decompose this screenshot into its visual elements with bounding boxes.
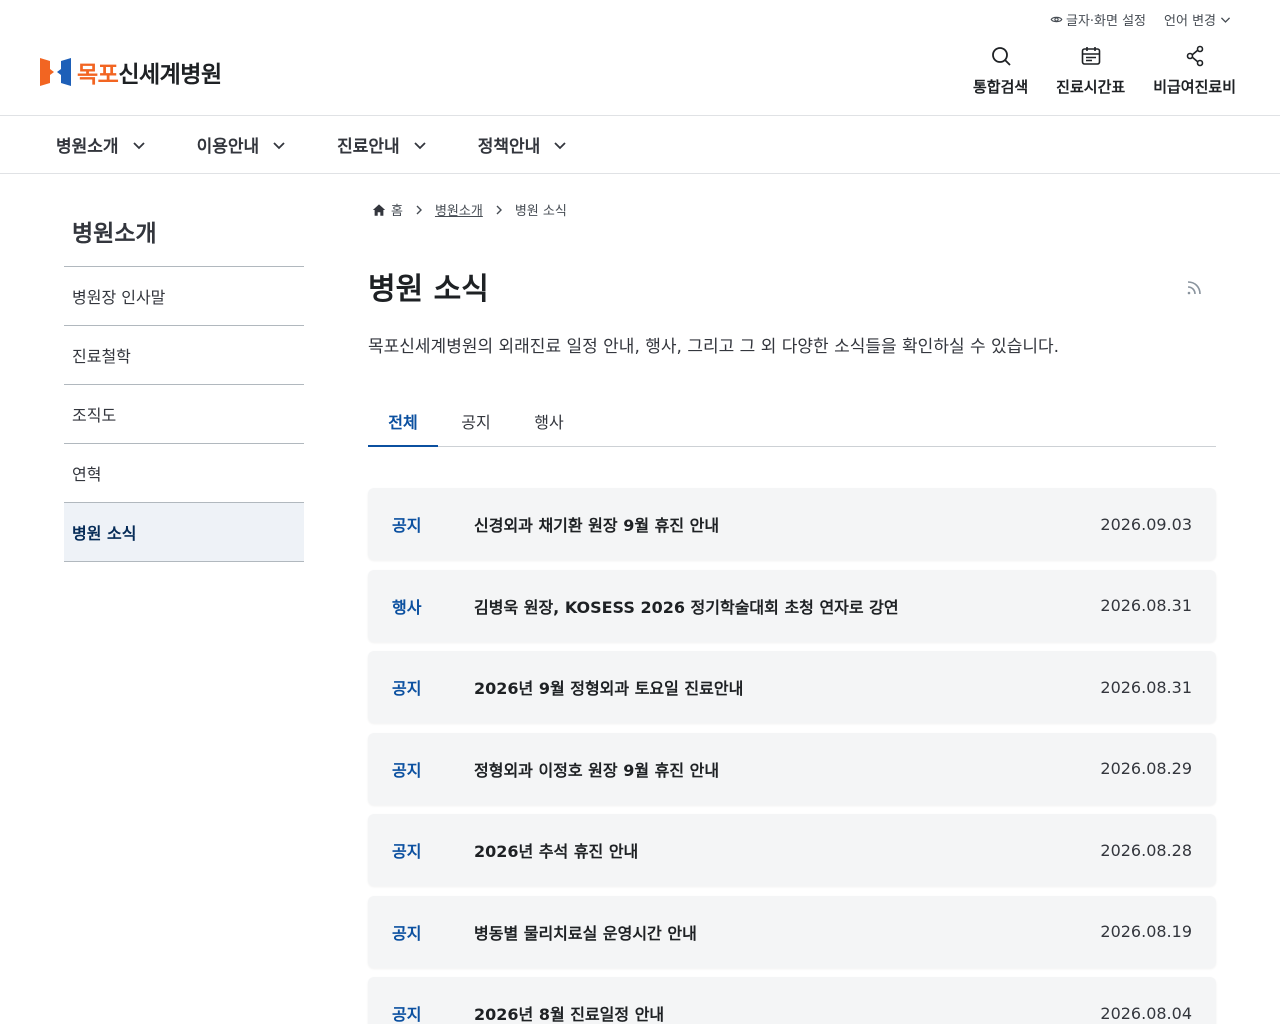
rss-icon[interactable] — [1184, 276, 1206, 298]
chevron-down-icon — [1220, 17, 1231, 23]
hospital-logo-text: 목포신세계병원 — [77, 55, 222, 89]
list-item[interactable]: 공지 2026년 8월 진료일정 안내 2026.08.04 — [368, 977, 1216, 1024]
sidebar-item-organization[interactable]: 조직도 — [64, 385, 304, 444]
post-title: 정형외과 이정호 원장 9월 휴진 안내 — [474, 760, 720, 780]
chevron-down-icon — [554, 141, 566, 149]
category-tabs: 전체 공지 행사 — [368, 396, 1216, 447]
schedule-label: 진료시간표 — [1056, 78, 1126, 96]
gnb-item-policy-guide[interactable]: 정책안내 — [478, 132, 569, 157]
route-icon — [1186, 45, 1203, 67]
post-category: 공지 — [392, 760, 422, 780]
breadcrumb-home-label: 홈 — [391, 204, 403, 219]
post-category: 행사 — [392, 597, 422, 617]
integrated-search-button[interactable]: 통합검색 — [973, 44, 1028, 97]
gnb-item-label: 진료안내 — [337, 137, 400, 157]
chevron-right-icon — [496, 205, 502, 214]
breadcrumb-home-link[interactable]: 홈 — [372, 200, 403, 219]
gnb-item-hospital-intro[interactable]: 병원소개 — [56, 132, 147, 157]
post-category: 공지 — [392, 1005, 422, 1024]
breadcrumb-level1-link[interactable]: 병원소개 — [435, 200, 483, 219]
list-item[interactable]: 공지 신경외과 채기환 원장 9월 휴진 안내 2026.09.03 — [368, 488, 1216, 560]
tab-all[interactable]: 전체 — [368, 396, 438, 447]
language-change-button[interactable]: 언어 변경 — [1164, 10, 1232, 29]
sidebar-item-philosophy[interactable]: 진료철학 — [64, 326, 304, 385]
sidebar-nav: 병원장 인사말 진료철학 조직도 연혁 병원 소식 — [64, 266, 304, 562]
non-covered-fee-button[interactable]: 비급여진료비 — [1153, 44, 1236, 97]
gnb-item-label: 정책안내 — [477, 137, 541, 157]
post-category: 공지 — [392, 842, 422, 861]
gnb-item-usage-guide[interactable]: 이용안내 — [197, 132, 288, 157]
logo-text-part1: 목포 — [77, 62, 119, 88]
chevron-right-icon — [416, 205, 422, 214]
page-title: 병원 소식 — [368, 272, 489, 307]
post-date: 2026.09.03 — [1100, 514, 1192, 534]
news-list: 공지 신경외과 채기환 원장 9월 휴진 안내 2026.09.03 행사 김병… — [368, 488, 1216, 1024]
sidebar-title: 병원소개 — [72, 221, 157, 247]
post-category: 공지 — [392, 679, 422, 698]
list-item[interactable]: 행사 김병욱 원장, KOSESS 2026 정기학술대회 초청 연자로 강연 … — [368, 569, 1216, 642]
sidebar-item-hospital-news[interactable]: 병원 소식 — [64, 503, 304, 562]
post-category: 공지 — [392, 923, 422, 943]
breadcrumb: 홈 병원소개 병원 소식 — [372, 200, 567, 219]
global-navigation: 병원소개 이용안내 진료안내 정책안내 — [0, 116, 1280, 174]
list-item[interactable]: 공지 2026년 9월 정형외과 토요일 진료안내 2026.08.31 — [368, 651, 1216, 723]
chevron-down-icon — [414, 141, 426, 149]
text-screen-setting-button[interactable]: 글자·화면 설정 — [1050, 10, 1146, 29]
logo-text-part2: 신세계병원 — [118, 62, 222, 88]
list-item[interactable]: 공지 2026년 추석 휴진 안내 2026.08.28 — [368, 814, 1216, 886]
post-title: 2026년 8월 진료일정 안내 — [474, 1005, 665, 1024]
post-date: 2026.08.31 — [1100, 677, 1192, 697]
gnb-item-label: 이용안내 — [196, 137, 260, 157]
post-title: 2026년 추석 휴진 안내 — [474, 842, 639, 861]
header-tools: 통합검색 진료시간표 비급여진료비 — [973, 44, 1236, 97]
list-item[interactable]: 공지 정형외과 이정호 원장 9월 휴진 안내 2026.08.29 — [368, 732, 1216, 805]
post-date: 2026.08.29 — [1100, 759, 1192, 778]
eye-setting-icon — [1050, 16, 1063, 23]
post-title: 2026년 9월 정형외과 토요일 진료안내 — [474, 679, 744, 698]
post-title: 병동별 물리치료실 운영시간 안내 — [474, 923, 697, 943]
schedule-button[interactable]: 진료시간표 — [1056, 44, 1125, 97]
site-header: 글자·화면 설정 언어 변경 목포신세계병원 통합검색 진료시간표 비급여진료비 — [0, 0, 1280, 116]
tab-notice[interactable]: 공지 — [441, 396, 511, 446]
utility-bar: 글자·화면 설정 언어 변경 — [1050, 10, 1232, 29]
tab-event[interactable]: 행사 — [514, 396, 584, 446]
home-icon — [372, 203, 386, 216]
post-date: 2026.08.28 — [1100, 840, 1192, 860]
chevron-down-icon — [273, 141, 285, 149]
sidebar-item-director-greeting[interactable]: 병원장 인사말 — [64, 267, 304, 326]
chevron-down-icon — [132, 141, 145, 149]
hospital-logo[interactable]: 목포신세계병원 — [40, 55, 222, 89]
integrated-search-label: 통합검색 — [972, 78, 1029, 96]
post-category: 공지 — [392, 516, 422, 535]
calendar-icon — [1081, 47, 1100, 65]
post-title: 김병욱 원장, KOSESS 2026 정기학술대회 초청 연자로 강연 — [474, 597, 899, 617]
gnb-item-treatment-guide[interactable]: 진료안내 — [337, 132, 428, 157]
search-icon — [991, 47, 1011, 66]
hospital-logo-mark-icon — [40, 58, 71, 86]
page-description: 목포신세계병원의 외래진료 일정 안내, 행사, 그리고 그 외 다양한 소식들… — [368, 337, 1060, 357]
breadcrumb-current: 병원 소식 — [514, 204, 567, 219]
post-date: 2026.08.19 — [1100, 922, 1192, 941]
post-date: 2026.08.04 — [1100, 1003, 1192, 1023]
language-change-label: 언어 변경 — [1164, 14, 1216, 29]
post-date: 2026.08.31 — [1100, 596, 1192, 615]
gnb-item-label: 병원소개 — [56, 137, 119, 157]
sidebar-item-history[interactable]: 연혁 — [64, 444, 304, 503]
text-screen-setting-label: 글자·화면 설정 — [1065, 14, 1147, 29]
post-title: 신경외과 채기환 원장 9월 휴진 안내 — [474, 516, 720, 535]
non-covered-fee-label: 비급여진료비 — [1153, 78, 1236, 96]
list-item[interactable]: 공지 병동별 물리치료실 운영시간 안내 2026.08.19 — [368, 895, 1216, 968]
